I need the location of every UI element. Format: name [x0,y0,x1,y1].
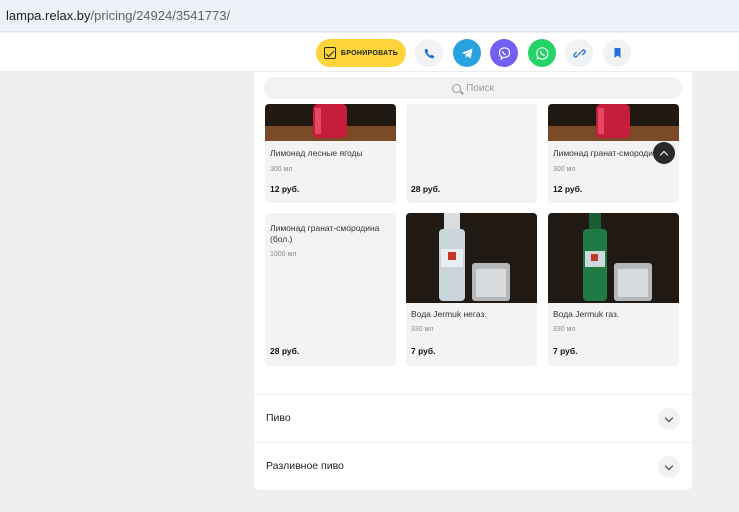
product-card[interactable]: 28 руб. [406,104,537,203]
product-name: Вода Jermuk негаз. [411,309,487,319]
viber-button[interactable] [490,39,518,67]
product-photo [406,213,537,303]
calendar-icon [323,47,336,59]
telegram-icon [461,48,472,58]
product-volume: 300 мл [270,166,293,173]
product-price: 12 руб. [553,184,583,194]
search-input[interactable]: Поиск [264,77,682,99]
product-volume: 330 мл [553,326,576,333]
product-photo [548,104,679,141]
search-placeholder: Поиск [466,82,494,94]
section-title: Пиво [266,412,291,424]
book-button[interactable]: БРОНИРОВАТЬ [316,39,406,67]
product-price: 28 руб. [411,184,441,194]
product-name: Лимонад лесные ягоды [270,148,363,158]
product-price: 12 руб. [270,184,300,194]
section-beer[interactable]: Пиво [254,395,692,442]
section-title: Разливное пиво [266,460,344,472]
product-volume: 1000 мл [270,251,297,258]
expand-button[interactable] [658,456,680,478]
book-button-label: БРОНИРОВАТЬ [340,49,399,57]
product-card[interactable]: Вода Jermuk газ. 330 мл 7 руб. [548,213,679,366]
url-host: lampa.relax.by [6,8,91,23]
section-draft-beer[interactable]: Разливное пиво [254,443,692,490]
product-card[interactable]: Лимонад гранат-смородина (бол.) 1000 мл … [265,213,396,366]
product-card[interactable]: Лимонад гранат-смородина 300 мл 12 руб. [548,104,679,203]
scroll-up-button[interactable] [653,142,675,164]
telegram-button[interactable] [453,39,481,67]
product-price: 28 руб. [270,346,300,356]
bookmark-button[interactable] [603,39,631,67]
venue-action-bar: БРОНИРОВАТЬ [0,33,739,72]
product-volume: 300 мл [553,166,576,173]
expand-button[interactable] [658,408,680,430]
phone-icon [424,48,434,58]
product-card[interactable]: Лимонад лесные ягоды 300 мл 12 руб. [265,104,396,203]
browser-address-bar[interactable]: lampa.relax.by/pricing/24924/3541773/ [0,0,739,32]
viber-icon [498,46,510,60]
menu-panel: Поиск Лимонад лесные ягоды 300 мл 12 руб… [254,72,692,490]
bookmark-icon [614,48,620,58]
chevron-up-icon [659,150,669,159]
product-name: Вода Jermuk газ. [553,309,620,319]
share-link-button[interactable] [565,39,593,67]
product-card[interactable]: Вода Jermuk негаз. 330 мл 7 руб. [406,213,537,366]
product-price: 7 руб. [411,346,436,356]
product-name: Лимонад гранат-смородина (бол.) [270,223,380,244]
phone-button[interactable] [415,39,443,67]
product-price: 7 руб. [553,346,578,356]
url-text[interactable]: lampa.relax.by/pricing/24924/3541773/ [6,8,230,23]
link-icon [572,48,586,58]
whatsapp-icon [535,46,548,60]
product-volume: 330 мл [411,326,434,333]
chevron-down-icon [664,461,674,470]
product-photo [548,213,679,303]
url-path: /pricing/24924/3541773/ [90,8,231,23]
whatsapp-button[interactable] [528,39,556,67]
chevron-down-icon [664,413,674,422]
product-photo [265,104,396,141]
search-icon [452,83,462,93]
